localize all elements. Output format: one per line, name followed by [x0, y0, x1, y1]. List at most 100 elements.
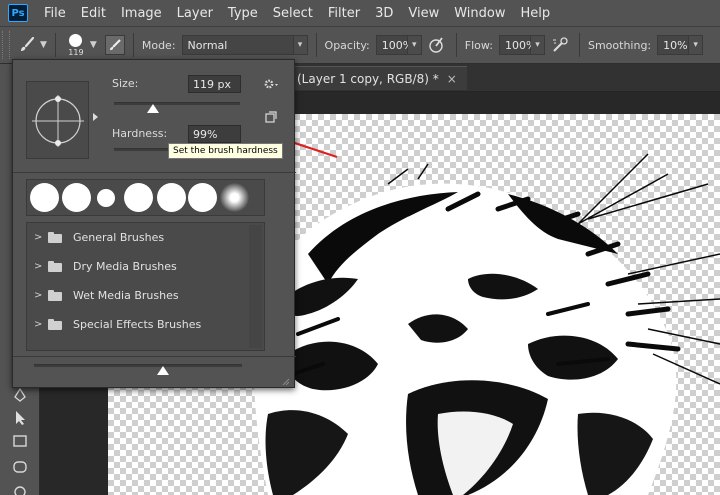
chevron-right-icon[interactable]: >	[34, 261, 44, 272]
reset-brush-button[interactable]	[265, 111, 277, 123]
chevron-right-icon[interactable]: >	[34, 232, 44, 243]
picker-separator	[13, 172, 296, 173]
tool-preset-dropdown-icon[interactable]: ▼	[40, 40, 47, 50]
menu-select[interactable]: Select	[273, 6, 313, 21]
separator	[455, 33, 457, 57]
folder-icon	[48, 232, 62, 243]
preview-size-slider-track[interactable]	[34, 364, 242, 367]
separator	[132, 33, 134, 57]
size-input[interactable]: 119 px	[188, 75, 241, 93]
gear-button[interactable]	[261, 75, 281, 93]
rectangle-icon	[13, 435, 27, 447]
brush-folder-row[interactable]: > General Brushes	[27, 223, 249, 252]
menu-layer[interactable]: Layer	[177, 6, 213, 21]
smoothing-dropdown-icon[interactable]: ▾	[689, 35, 704, 55]
brush-preset-picker[interactable]: 119	[64, 33, 88, 57]
pressure-opacity-icon	[429, 37, 443, 53]
separator	[315, 33, 317, 57]
recent-brush-swatch[interactable]	[157, 183, 186, 212]
menu-view[interactable]: View	[408, 6, 439, 21]
hand-tool[interactable]	[9, 480, 31, 495]
pressure-opacity-button[interactable]	[426, 34, 448, 56]
photoshop-logo: Ps	[8, 4, 28, 22]
path-selection-tool[interactable]	[9, 407, 31, 429]
preview-reset-arrow-icon[interactable]	[93, 113, 98, 121]
brush-folder-row[interactable]: > Special Effects Brushes	[27, 310, 249, 339]
resize-grip-icon[interactable]	[282, 375, 290, 386]
opacity-dropdown-icon[interactable]: ▾	[407, 35, 422, 55]
recent-brush-swatch[interactable]	[97, 189, 115, 207]
menu-edit[interactable]: Edit	[81, 6, 106, 21]
menu-image[interactable]: Image	[121, 6, 162, 21]
recent-brush-swatch[interactable]	[124, 183, 153, 212]
smoothing-value: 10%	[663, 38, 688, 52]
pen-icon	[14, 387, 26, 402]
rectangle-tool[interactable]	[9, 430, 31, 452]
tool-preset-picker[interactable]	[16, 34, 38, 56]
opacity-label: Opacity:	[324, 38, 370, 52]
size-slider-thumb[interactable]	[147, 104, 160, 113]
size-slider-track[interactable]	[114, 102, 240, 105]
separator	[54, 33, 56, 57]
recent-brush-swatch[interactable]	[62, 183, 91, 212]
rounded-rectangle-icon	[13, 461, 27, 473]
brush-angle-widget	[32, 95, 84, 147]
options-bar-grip[interactable]	[2, 31, 10, 59]
brush-settings-icon	[109, 39, 121, 50]
mode-label: Mode:	[141, 38, 176, 52]
preview-size-slider-thumb[interactable]	[156, 366, 169, 375]
flow-dropdown-icon[interactable]: ▾	[530, 35, 545, 55]
menu-3d[interactable]: 3D	[375, 6, 393, 21]
recent-brush-swatch[interactable]	[30, 183, 59, 212]
gear-icon	[264, 79, 278, 89]
folder-name: Wet Media Brushes	[73, 289, 179, 302]
folder-icon	[48, 290, 62, 301]
brush-tip-icon	[69, 33, 83, 47]
menu-bar: Ps File Edit Image Layer Type Select Fil…	[0, 0, 720, 26]
size-value: 119 px	[193, 77, 231, 91]
brush-settings-button[interactable]	[104, 35, 125, 55]
rounded-rectangle-tool[interactable]	[9, 456, 31, 478]
folder-icon	[48, 261, 62, 272]
hardness-tooltip: Set the brush hardness	[168, 143, 283, 159]
brush-angle-roundness-preview[interactable]	[26, 81, 89, 159]
smoothing-label: Smoothing:	[587, 38, 652, 52]
chevron-right-icon[interactable]: >	[34, 290, 44, 301]
hardness-input[interactable]: 99%	[188, 125, 241, 143]
menu-filter[interactable]: Filter	[328, 6, 360, 21]
arrow-pointer-icon	[16, 411, 25, 425]
mode-dropdown-icon[interactable]: ▾	[293, 35, 308, 55]
brush-folder-row[interactable]: > Wet Media Brushes	[27, 281, 249, 310]
menu-help[interactable]: Help	[521, 6, 551, 21]
flow-label: Flow:	[464, 38, 493, 52]
picker-separator	[13, 356, 296, 357]
brush-preset-picker-panel: Size: 119 px Hardness: 99% Set the brush…	[12, 59, 296, 388]
recent-brush-swatch[interactable]	[188, 183, 217, 212]
close-tab-icon[interactable]: ×	[447, 72, 457, 86]
smoothing-input[interactable]: 10%	[657, 35, 690, 55]
reset-brush-icon	[265, 111, 277, 123]
document-tab-title: (Layer 1 copy, RGB/8) *	[297, 71, 439, 86]
mode-select[interactable]: Normal	[181, 35, 294, 55]
hardness-value: 99%	[193, 127, 218, 141]
folder-icon	[48, 319, 62, 330]
chevron-right-icon[interactable]: >	[34, 319, 44, 330]
brush-folder-row[interactable]: > Dry Media Brushes	[27, 252, 249, 281]
document-tab[interactable]: (Layer 1 copy, RGB/8) * ×	[295, 66, 467, 90]
menu-file[interactable]: File	[44, 6, 66, 21]
brush-size-readout: 119	[68, 47, 84, 57]
airbrush-button[interactable]	[549, 34, 571, 56]
folder-name: Dry Media Brushes	[73, 260, 177, 273]
menu-window[interactable]: Window	[454, 6, 505, 21]
brush-folder-list: > General Brushes > Dry Media Brushes > …	[26, 222, 265, 351]
folder-list-scrollbar[interactable]	[249, 225, 262, 348]
brush-icon	[21, 36, 35, 51]
flow-input[interactable]: 100%	[498, 35, 536, 55]
menu-type[interactable]: Type	[228, 6, 258, 21]
folder-name: General Brushes	[73, 231, 165, 244]
opacity-input[interactable]: 100%	[375, 35, 413, 55]
recent-brush-swatch-soft[interactable]	[220, 183, 249, 212]
recent-brushes-row	[26, 179, 265, 216]
brush-picker-dropdown-icon[interactable]: ▼	[90, 40, 97, 50]
size-label: Size:	[112, 77, 139, 90]
